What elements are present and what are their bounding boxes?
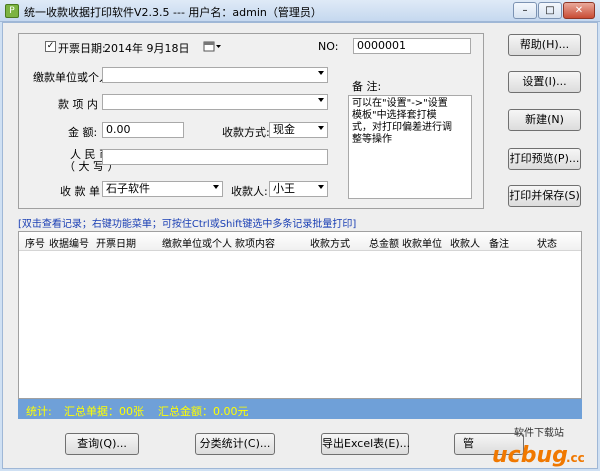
memo-text: 可以在"设置"->"设置模板"中选择套打模式，对打印偏差进行调整等操作 [352,98,452,145]
chevron-down-icon [213,185,219,189]
records-table[interactable]: 序号 收据编号 开票日期 缴款单位或个人 款项内容 收款方式 总金额 收款单位 … [18,231,582,399]
site-watermark-logo: 软件下载站 ucbug .cc [486,424,598,468]
window-title: 统一收款收据打印软件V2.3.5 --- 用户名：admin（管理员） [24,6,322,19]
close-button[interactable]: ✕ [563,2,595,19]
rmb-uppercase-field[interactable] [102,149,328,165]
amount-field[interactable]: 0.00 [102,122,184,138]
chevron-down-icon [318,71,324,75]
col-header-pay-method[interactable]: 收款方式 [310,235,350,250]
payee-combo[interactable]: 小王 [269,181,328,197]
title-bar[interactable]: P 统一收款收据打印软件V2.3.5 --- 用户名：admin（管理员） – … [0,0,600,22]
app-icon: P [5,4,19,18]
payee-value: 小王 [273,182,295,195]
pay-method-combo[interactable]: 现金 [269,122,328,138]
chevron-down-icon [318,126,324,130]
summary-bar: 统计: 汇总单据：00张 汇总金额：0.00元 [18,399,582,419]
watermark-cn-text: 软件下载站 [514,426,564,439]
amount-label: 金 额: [68,126,98,139]
pay-method-value: 现金 [273,123,295,136]
memo-textarea[interactable]: 可以在"设置"->"设置模板"中选择套打模式，对打印偏差进行调整等操作 [348,95,472,199]
receipt-no-label: NO: [318,40,339,53]
summary-count: 汇总单据：00张 [64,405,144,418]
col-header-item[interactable]: 款项内容 [235,235,275,250]
print-preview-button[interactable]: 打印预览(P)... [508,148,581,170]
chevron-down-icon [318,98,324,102]
memo-label: 备 注: [352,80,382,93]
help-button[interactable]: 帮助(H)... [508,34,581,56]
category-stats-button[interactable]: 分类统计(C)... [195,433,275,455]
summary-label: 统计: [26,405,52,418]
print-and-save-button[interactable]: 打印并保存(S) [508,185,581,207]
usage-hint: [双击查看记录；右键功能菜单；可按住Ctrl或Shift键选中多条记录批量打印] [18,219,357,230]
settings-button[interactable]: 设置(I)... [508,71,581,93]
col-header-collector-unit[interactable]: 收款单位 [402,235,442,250]
col-header-invoice-date[interactable]: 开票日期 [96,235,136,250]
new-button[interactable]: 新建(N) [508,109,581,131]
col-header-receipt-no[interactable]: 收据编号 [49,235,89,250]
collector-unit-combo[interactable]: 石子软件 [102,181,223,197]
invoice-date-checkbox[interactable]: ✓ [45,41,56,52]
collector-unit-value: 石子软件 [106,182,150,195]
receipt-no-field[interactable]: 0000001 [353,38,471,54]
query-button[interactable]: 查询(Q)... [65,433,139,455]
watermark-suffix-text: .cc [566,451,585,465]
calendar-dropdown-icon[interactable] [203,40,222,54]
payer-combo[interactable] [102,67,328,83]
col-header-index[interactable]: 序号 [25,235,45,250]
invoice-date-value[interactable]: 2014年 9月18日 [104,40,190,56]
item-combo[interactable] [102,94,328,110]
pay-method-label: 收款方式: [222,126,270,139]
payee-label: 收款人: [231,185,268,198]
watermark-brand-text: ucbug [492,443,568,468]
col-header-payer[interactable]: 缴款单位或个人 [162,235,232,250]
col-header-payee[interactable]: 收款人 [450,235,480,250]
table-header: 序号 收据编号 开票日期 缴款单位或个人 款项内容 收款方式 总金额 收款单位 … [19,232,581,251]
invoice-date-label: 开票日期: [58,42,106,55]
export-excel-button[interactable]: 导出Excel表(E)... [321,433,410,455]
summary-amount: 汇总金额：0.00元 [158,405,249,418]
col-header-total[interactable]: 总金额 [369,235,399,250]
chevron-down-icon [318,185,324,189]
maximize-button[interactable]: □ [538,2,562,19]
minimize-button[interactable]: – [513,2,537,19]
col-header-memo[interactable]: 备注 [489,235,509,250]
col-header-status[interactable]: 状态 [537,235,557,250]
